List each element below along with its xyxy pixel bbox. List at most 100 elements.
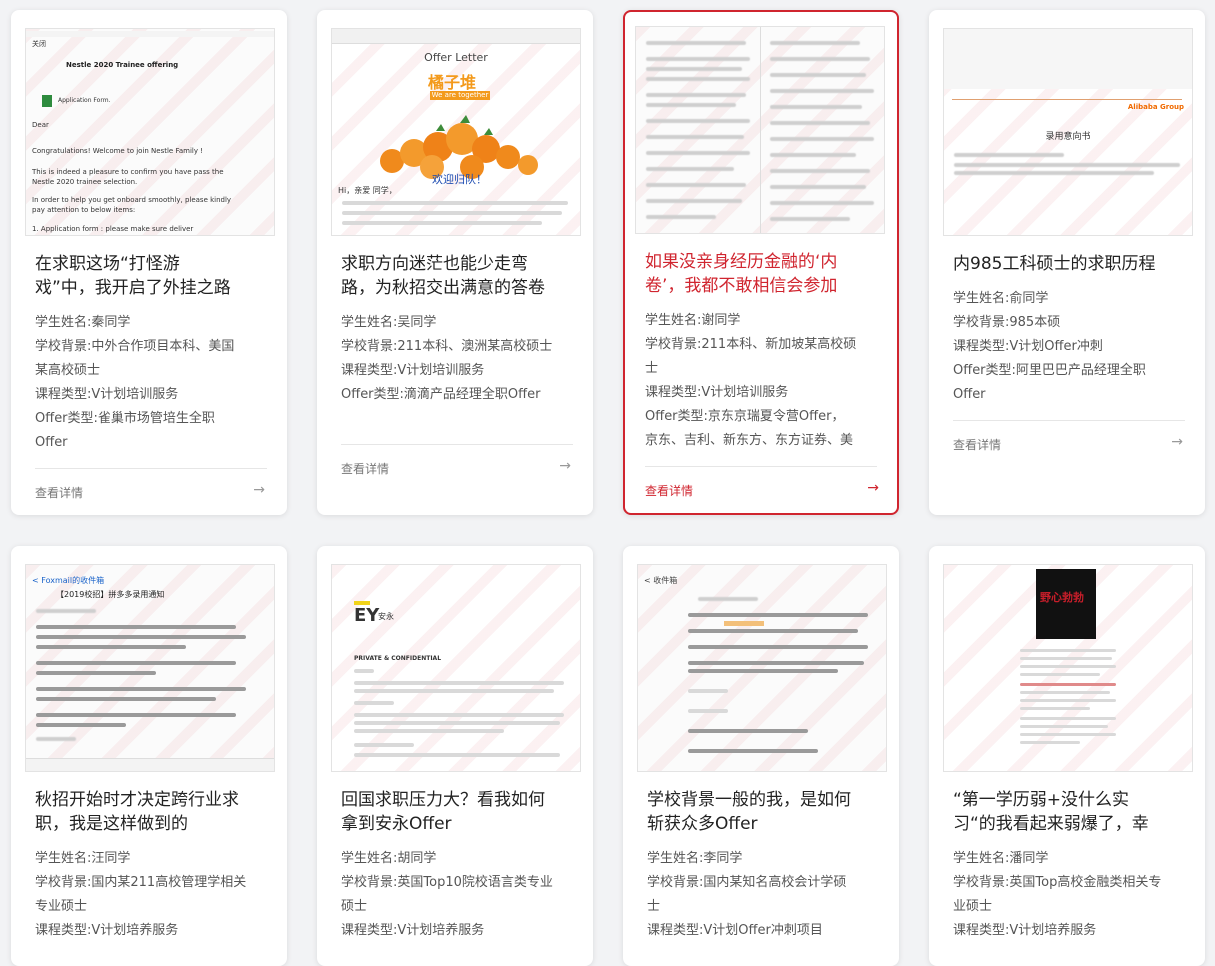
brand-logo-text: 橘子堆	[428, 73, 477, 92]
story-card[interactable]: Alibaba Group 录用意向书 内985工科硕士的求职历程 学生姓名:俞…	[929, 10, 1205, 515]
offer-screenshot-thumbnail: 野心勃勃	[943, 564, 1193, 772]
story-title[interactable]: 求职方向迷茫也能少走弯 路，为秋招交出满意的答卷	[341, 252, 577, 300]
story-title[interactable]: 学校背景一般的我，是如何 斩获众多Offer	[647, 788, 883, 836]
story-title[interactable]: 回国求职压力大？看我如何 拿到安永Offer	[341, 788, 577, 836]
story-info: 学生姓名:谢同学 学校背景:211本科、新加坡某高校硕士 课程类型:V计划培训服…	[645, 309, 881, 453]
inbox-back-nav: < 收件箱	[644, 576, 678, 585]
email-dear: Dear	[32, 121, 49, 129]
school-background: 学校背景:国内某211高校管理学相关 专业硕士	[35, 875, 247, 914]
story-info: 学生姓名:汪同学 学校背景:国内某211高校管理学相关 专业硕士 课程类型:V计划…	[35, 847, 271, 943]
offer-screenshot-thumbnail: 关闭 Nestle 2020 Trainee offering Applicat…	[25, 28, 275, 236]
arrow-right-icon[interactable]: →	[559, 458, 571, 474]
orange-pile-illustration	[380, 115, 538, 179]
story-title[interactable]: 如果没亲身经历金融的‘内 卷’，我都不敢相信会参加	[645, 250, 881, 298]
confidential-label: PRIVATE & CONFIDENTIAL	[354, 655, 442, 662]
offer-screenshot-thumbnail: < 收件箱	[637, 564, 887, 772]
arrow-right-icon[interactable]: →	[1171, 434, 1183, 450]
ey-cn-name: 安永	[378, 612, 394, 621]
divider	[35, 468, 267, 469]
watermark	[332, 565, 580, 771]
story-title[interactable]: 秋招开始时才决定跨行业求 职，我是这样做到的	[35, 788, 271, 836]
course-type: 课程类型:V计划培养服务	[341, 923, 485, 938]
email-body-3: 1. Application form : please make sure d…	[32, 225, 194, 233]
offer-type: Offer类型:雀巢市场管培生全职 Offer	[35, 411, 215, 450]
student-name: 学生姓名:汪同学	[35, 851, 131, 866]
letterhead-line	[952, 99, 1182, 100]
view-details-link[interactable]: 查看详情	[645, 482, 693, 499]
student-name: 学生姓名:潘同学	[953, 851, 1049, 866]
offer-letter-title: Offer Letter	[424, 51, 488, 64]
school-background: 学校背景:211本科、新加坡某高校硕士	[645, 337, 857, 376]
course-type: 课程类型:V计划Offer冲刺	[953, 339, 1103, 354]
alibaba-logo: Alibaba Group	[1127, 103, 1184, 111]
watermark	[638, 565, 886, 771]
story-info: 学生姓名:吴同学 学校背景:211本科、澳洲某高校硕士 课程类型:V计划培训服务…	[341, 311, 577, 407]
view-details-link[interactable]: 查看详情	[341, 460, 389, 477]
close-label: 关闭	[32, 40, 46, 48]
excel-file-icon	[42, 95, 52, 107]
student-name: 学生姓名:俞同学	[953, 291, 1049, 306]
school-background: 学校背景:211本科、澳洲某高校硕士	[341, 339, 553, 354]
course-type: 课程类型:V计划培养服务	[35, 923, 179, 938]
story-info: 学生姓名:李同学 学校背景:国内某知名高校会计学硕士 课程类型:V计划Offer…	[647, 847, 883, 943]
welcome-text: 欢迎归队！	[432, 173, 487, 186]
email-congrats: Congratulations! Welcome to join Nestle …	[32, 147, 204, 155]
story-card[interactable]: < Foxmail的收件箱 【2019校招】拼多多录用通知 秋招开始时才决定跨行…	[11, 546, 287, 966]
arrow-right-icon[interactable]: →	[253, 482, 265, 498]
story-info: 学生姓名:秦同学 学校背景:中外合作项目本科、美国 某高校硕士 课程类型:V计划培…	[35, 311, 271, 455]
greeting-text: Hi，亲爱 同学，	[338, 186, 397, 195]
student-name: 学生姓名:秦同学	[35, 315, 131, 330]
story-card[interactable]: EY 安永 PRIVATE & CONFIDENTIAL 回国求职压力大？看我如…	[317, 546, 593, 966]
school-background: 学校背景:985本硕	[953, 315, 1061, 330]
story-title[interactable]: 内985工科硕士的求职历程	[953, 252, 1189, 276]
offer-type: Offer类型:阿里巴巴产品经理全职 Offer	[953, 363, 1146, 402]
attachment-name: Application Form.	[58, 97, 111, 104]
email-body-1: This is indeed a pleasure to confirm you…	[32, 168, 224, 186]
email-subject: Nestle 2020 Trainee offering	[66, 61, 179, 69]
school-background: 学校背景:国内某知名高校会计学硕士	[647, 875, 847, 914]
poster-title: 野心勃勃	[1040, 591, 1084, 604]
divider	[341, 444, 573, 445]
course-type: 课程类型:V计划培训服务	[35, 387, 179, 402]
letter-title: 录用意向书	[1045, 132, 1091, 142]
offer-type: Offer类型:京东京瑞夏令营Offer， 京东、吉利、新东方、东方证券、美	[645, 409, 854, 448]
ey-logo: EY	[354, 605, 380, 626]
offer-screenshot-thumbnail: Alibaba Group 录用意向书	[943, 28, 1193, 236]
mail-back-nav: < Foxmail的收件箱	[32, 576, 105, 585]
story-title[interactable]: “第一学历弱+没什么实 习“的我看起来弱爆了，幸	[953, 788, 1189, 836]
story-card[interactable]: 关闭 Nestle 2020 Trainee offering Applicat…	[11, 10, 287, 515]
arrow-right-icon[interactable]: →	[867, 480, 879, 496]
school-background: 学校背景:中外合作项目本科、美国 某高校硕士	[35, 339, 235, 378]
brand-slogan: We are together	[430, 91, 490, 100]
story-card[interactable]: Offer Letter 橘子堆 We are together 欢迎归队！ H…	[317, 10, 593, 515]
course-type: 课程类型:V计划培训服务	[341, 363, 485, 378]
course-type: 课程类型:V计划培养服务	[953, 923, 1097, 938]
student-name: 学生姓名:胡同学	[341, 851, 437, 866]
email-body-2: In order to help you get onboard smoothl…	[32, 196, 232, 214]
story-card[interactable]: 野心勃勃 “第一学历弱+没什么实 习“的我看起来弱爆了，幸 学生姓名:潘同学 学校…	[929, 546, 1205, 966]
mail-subject: 【2019校招】拼多多录用通知	[56, 590, 165, 599]
student-name: 学生姓名:吴同学	[341, 315, 437, 330]
school-background: 学校背景:英国Top10院校语言类专业 硕士	[341, 875, 553, 914]
story-card[interactable]: < 收件箱 学校背景一般的我，是如何 斩获众多Offer 学生姓名:李同学 学校背…	[623, 546, 899, 966]
divider	[645, 466, 877, 467]
student-name: 学生姓名:李同学	[647, 851, 743, 866]
story-info: 学生姓名:潘同学 学校背景:英国Top高校金融类相关专 业硕士 课程类型:V计划培…	[953, 847, 1189, 943]
divider	[953, 420, 1185, 421]
story-info: 学生姓名:胡同学 学校背景:英国Top10院校语言类专业 硕士 课程类型:V计划培…	[341, 847, 577, 943]
view-details-link[interactable]: 查看详情	[35, 484, 83, 501]
course-type: 课程类型:V计划培训服务	[645, 385, 789, 400]
offer-type: Offer类型:滴滴产品经理全职Offer	[341, 387, 541, 402]
story-info: 学生姓名:俞同学 学校背景:985本硕 课程类型:V计划Offer冲刺 Offe…	[953, 287, 1189, 407]
offer-screenshot-thumbnail: EY 安永 PRIVATE & CONFIDENTIAL	[331, 564, 581, 772]
student-name: 学生姓名:谢同学	[645, 313, 741, 328]
offer-screenshot-thumbnail: Offer Letter 橘子堆 We are together 欢迎归队！ H…	[331, 28, 581, 236]
view-details-link[interactable]: 查看详情	[953, 436, 1001, 453]
school-background: 学校背景:英国Top高校金融类相关专 业硕士	[953, 875, 1162, 914]
success-story-grid: 关闭 Nestle 2020 Trainee offering Applicat…	[0, 0, 1215, 966]
story-title[interactable]: 在求职这场“打怪游 戏”中，我开启了外挂之路	[35, 252, 271, 300]
offer-screenshot-thumbnail	[635, 26, 885, 234]
course-type: 课程类型:V计划Offer冲刺项目	[647, 923, 823, 938]
story-card[interactable]: 如果没亲身经历金融的‘内 卷’，我都不敢相信会参加 学生姓名:谢同学 学校背景:2…	[623, 10, 899, 515]
offer-screenshot-thumbnail: < Foxmail的收件箱 【2019校招】拼多多录用通知	[25, 564, 275, 772]
